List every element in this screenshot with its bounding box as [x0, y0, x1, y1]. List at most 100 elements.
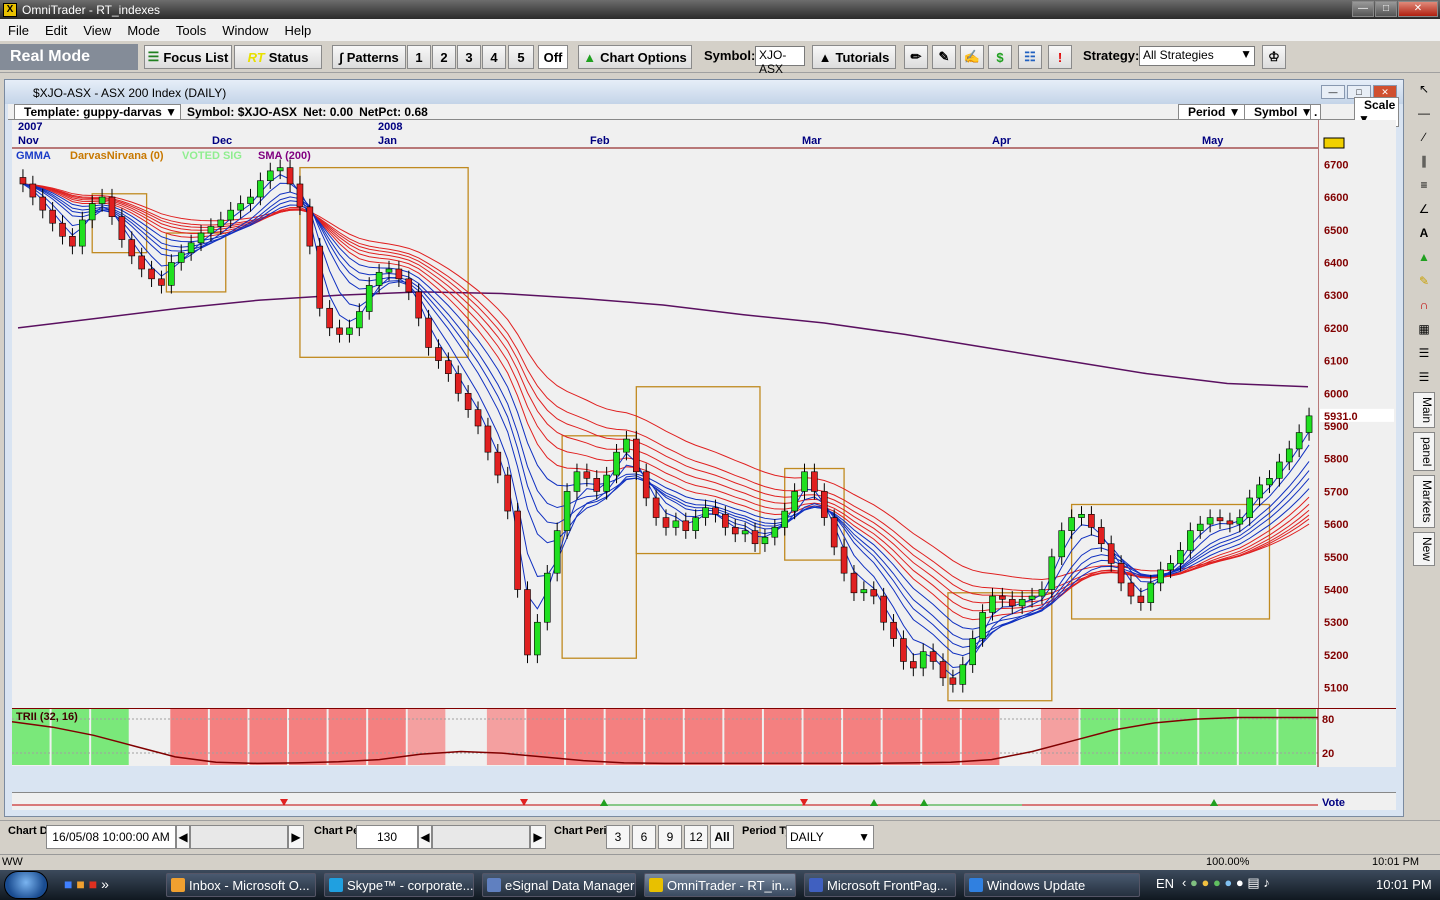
volume-icon[interactable]: ♪	[1263, 875, 1270, 890]
candle-body	[415, 291, 422, 319]
focus-list-button[interactable]: ☰ Focus List	[144, 45, 232, 69]
symbol-input[interactable]: XJO-ASX	[755, 46, 805, 76]
pattern-2-button[interactable]: 2	[432, 45, 456, 69]
menu-mode[interactable]: Mode	[119, 23, 168, 38]
menu-view[interactable]: View	[75, 23, 119, 38]
minimize-button[interactable]: —	[1352, 1, 1374, 17]
taskbar-app-icon	[969, 878, 983, 892]
taskbar-item[interactable]: eSignal Data Manager	[482, 873, 636, 897]
candle-body	[1285, 448, 1293, 463]
tab-new[interactable]: New	[1413, 532, 1435, 567]
ie-icon[interactable]: ■	[64, 876, 72, 892]
period-6-button[interactable]: 6	[632, 825, 656, 849]
draw-tool-1-icon[interactable]: ✏	[904, 45, 928, 69]
price-chart: 2007 Nov Dec 2008 Jan Feb Mar Apr May GMMA DarvasN…	[12, 121, 1318, 702]
taskbar-clock[interactable]: 10:01 PM	[1376, 877, 1432, 892]
tray-icon-2[interactable]: ●	[1201, 875, 1209, 890]
taskbar-item[interactable]: Windows Update	[964, 873, 1140, 897]
period-12-button[interactable]: 12	[684, 825, 708, 849]
period-9-button[interactable]: 9	[658, 825, 682, 849]
network-icon[interactable]: ▤	[1247, 875, 1259, 890]
date-scroll-left-button[interactable]: ◀	[176, 825, 190, 849]
app-quick-icon[interactable]: ■	[89, 876, 97, 892]
pattern-4-button[interactable]: 4	[482, 45, 506, 69]
tutorials-button[interactable]: ▲ Tutorials	[812, 45, 896, 69]
horizontal-line-icon[interactable]: —	[1412, 102, 1436, 124]
tab-main[interactable]: Main	[1413, 392, 1435, 429]
taskbar-item[interactable]: Skype™ - corporate...	[324, 873, 474, 897]
chart-periods-field[interactable]: 130	[356, 825, 418, 849]
candle-body	[1196, 523, 1204, 531]
chart-minimize-button[interactable]: —	[1321, 85, 1345, 99]
tray-expand-icon[interactable]: ‹	[1182, 875, 1186, 890]
trend-indicator-label: TRII (32, 16)	[16, 711, 78, 723]
tab-markets[interactable]: Markets	[1413, 475, 1435, 529]
report-icon[interactable]: ☷	[1018, 45, 1042, 69]
channel-icon[interactable]: ≡	[1412, 174, 1436, 196]
menu-window[interactable]: Window	[214, 23, 276, 38]
strategy-select[interactable]: All Strategies ▼	[1139, 46, 1255, 66]
date-scroll-right-button[interactable]: ▶	[288, 825, 304, 849]
person-icon[interactable]: ♔	[1262, 45, 1286, 69]
alert-icon[interactable]: !	[1048, 45, 1072, 69]
chart-date-field[interactable]: 16/05/08 10:00:00 AM	[46, 825, 176, 849]
candle-body	[1266, 478, 1273, 486]
template-dropdown[interactable]: Template: guppy-darvas ▼	[14, 103, 182, 120]
period-all-button[interactable]: All	[710, 825, 734, 849]
pattern-1-button[interactable]: 1	[407, 45, 431, 69]
triangle-icon[interactable]: ▲	[1412, 246, 1436, 268]
gann-icon[interactable]: ∠	[1412, 198, 1436, 220]
tray-icon-1[interactable]: ●	[1190, 875, 1198, 890]
pattern-3-button[interactable]: 3	[457, 45, 481, 69]
status-button[interactable]: RT Status	[234, 45, 322, 69]
date-scrollbar[interactable]	[190, 825, 288, 849]
maximize-button[interactable]: □	[1375, 1, 1397, 17]
period-type-select[interactable]: DAILY ▼	[786, 825, 874, 849]
fibonacci-icon[interactable]: ∥	[1412, 150, 1436, 172]
tray-icon-5[interactable]: ●	[1236, 875, 1244, 890]
menu-help[interactable]: Help	[276, 23, 319, 38]
start-button[interactable]	[4, 871, 48, 899]
trendline-icon[interactable]: ∕	[1412, 126, 1436, 148]
tray-icon-3[interactable]: ●	[1213, 875, 1221, 890]
dollar-icon[interactable]: $	[988, 45, 1012, 69]
dot-button[interactable]: .	[1310, 103, 1322, 120]
language-indicator[interactable]: EN	[1156, 876, 1174, 891]
tray-icon-4[interactable]: ●	[1224, 875, 1232, 890]
candle-body	[276, 167, 284, 172]
taskbar-item[interactable]: OmniTrader - RT_in...	[644, 873, 796, 897]
draw-tool-2-icon[interactable]: ✎	[932, 45, 956, 69]
menu-edit[interactable]: Edit	[37, 23, 75, 38]
text-tool-icon[interactable]: A	[1412, 222, 1436, 244]
layout-1-icon[interactable]: ☰	[1412, 342, 1436, 364]
y-tick-label: 5800	[1324, 454, 1348, 466]
candle-body	[781, 510, 789, 528]
taskbar-item[interactable]: Microsoft FrontPag...	[804, 873, 956, 897]
magnet-icon[interactable]: ∩	[1412, 294, 1436, 316]
draw-tool-3-icon[interactable]: ✍	[960, 45, 984, 69]
buy-signal-icon	[870, 799, 878, 806]
menu-tools[interactable]: Tools	[168, 23, 214, 38]
pointer-icon[interactable]: ↖	[1412, 78, 1436, 100]
eraser-icon[interactable]: ✎	[1412, 270, 1436, 292]
expand-icon[interactable]: »	[101, 876, 109, 892]
periods-scrollbar[interactable]	[432, 825, 530, 849]
candle-body	[405, 278, 413, 293]
tab-panel[interactable]: panel	[1413, 432, 1435, 472]
chart-options-button[interactable]: ▲ Chart Options	[578, 45, 692, 69]
close-button[interactable]: ✕	[1398, 1, 1438, 17]
periods-scroll-left-button[interactable]: ◀	[418, 825, 432, 849]
price-chart-area[interactable]: 2007 Nov Dec 2008 Jan Feb Mar Apr May GMMA DarvasN…	[12, 120, 1318, 708]
taskbar-item[interactable]: Inbox - Microsoft O...	[166, 873, 316, 897]
pattern-off-button[interactable]: Off	[538, 45, 568, 69]
pattern-5-button[interactable]: 5	[508, 45, 534, 69]
period-dropdown[interactable]: Period ▼	[1178, 103, 1245, 120]
period-3-button[interactable]: 3	[606, 825, 630, 849]
menu-file[interactable]: File	[0, 23, 37, 38]
properties-icon[interactable]: ▦	[1412, 318, 1436, 340]
layout-2-icon[interactable]: ☰	[1412, 366, 1436, 388]
folder-icon[interactable]: ■	[76, 876, 84, 892]
patterns-button[interactable]: ∫ Patterns	[332, 45, 406, 69]
symbol-dropdown[interactable]: Symbol ▼	[1244, 103, 1317, 120]
periods-scroll-right-button[interactable]: ▶	[530, 825, 546, 849]
